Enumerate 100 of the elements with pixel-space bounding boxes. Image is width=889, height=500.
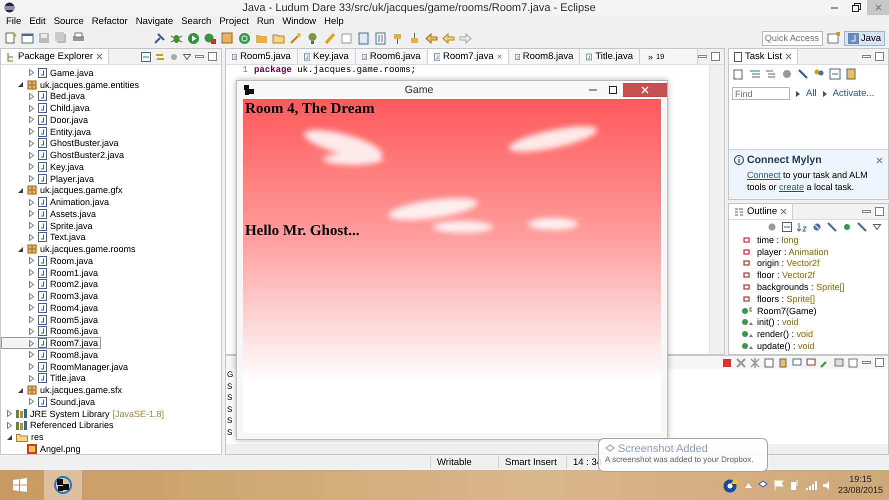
clear-console-icon[interactable] bbox=[764, 358, 774, 368]
remove-icon[interactable] bbox=[736, 358, 746, 368]
expand-arrow-icon[interactable] bbox=[28, 398, 35, 406]
expand-arrow-icon[interactable] bbox=[28, 69, 35, 76]
tree-item[interactable]: JRE System Library [JavaSE-1.8] bbox=[1, 408, 168, 420]
outline-item[interactable]: time : long bbox=[741, 234, 888, 246]
tree-item[interactable]: Room1.java bbox=[1, 266, 102, 278]
tree-item[interactable]: Room5.java bbox=[1, 314, 102, 326]
app-button[interactable] bbox=[44, 470, 82, 500]
expand-arrow-icon[interactable] bbox=[28, 363, 35, 370]
expand-arrow-icon[interactable] bbox=[28, 280, 35, 288]
link[interactable]: Activate... bbox=[832, 88, 874, 99]
tree-item[interactable]: Room6.java bbox=[1, 326, 102, 338]
tree-item[interactable]: Player.java bbox=[1, 172, 98, 184]
tree-item[interactable]: Room2.java bbox=[1, 278, 102, 290]
expand-arrow-icon[interactable] bbox=[28, 257, 35, 264]
tree-item[interactable]: Game.java bbox=[1, 67, 97, 79]
panel-tab[interactable]: Package Explorer bbox=[1, 49, 109, 64]
speaker-icon[interactable] bbox=[822, 480, 832, 490]
link[interactable]: All bbox=[806, 88, 817, 99]
filter-icon[interactable] bbox=[169, 52, 179, 62]
menu-item[interactable]: Help bbox=[324, 16, 344, 27]
list-icon[interactable] bbox=[749, 68, 761, 80]
outline-item[interactable]: render() : void bbox=[741, 328, 888, 340]
expand-arrow-icon[interactable] bbox=[6, 410, 13, 418]
tree-item[interactable]: uk.jacques.game.sfx bbox=[1, 384, 126, 396]
show-output-icon[interactable] bbox=[792, 358, 802, 368]
expand-arrow-icon[interactable] bbox=[28, 116, 35, 124]
expand-arrow-icon[interactable] bbox=[28, 104, 35, 112]
expand-arrow-icon[interactable] bbox=[28, 140, 35, 147]
collapse-arrow-icon[interactable] bbox=[17, 81, 24, 88]
lightbulb-icon[interactable] bbox=[306, 32, 319, 44]
menu-item[interactable]: File bbox=[6, 16, 22, 27]
collapse-all-icon[interactable] bbox=[829, 68, 841, 80]
editor-tab[interactable]: Key.java bbox=[298, 49, 356, 64]
find-field[interactable]: Find bbox=[732, 87, 790, 100]
expand-arrow-icon[interactable] bbox=[28, 340, 35, 347]
collapse-all-icon[interactable] bbox=[782, 222, 792, 232]
expand-arrow-icon[interactable] bbox=[28, 163, 35, 170]
pencil-icon[interactable] bbox=[323, 32, 336, 44]
expand-arrow-icon[interactable] bbox=[28, 210, 35, 218]
link[interactable]: create bbox=[779, 182, 804, 192]
sync-icon[interactable] bbox=[767, 222, 777, 232]
tree-item[interactable]: Title.java bbox=[1, 372, 89, 384]
terminate-icon[interactable] bbox=[722, 358, 732, 368]
outline-item[interactable]: floor : Vector2f bbox=[741, 269, 888, 282]
external-tools-icon[interactable] bbox=[204, 32, 217, 44]
expand-arrow-icon[interactable] bbox=[28, 328, 35, 335]
expand-arrow-icon[interactable] bbox=[28, 351, 35, 358]
expand-arrow-icon[interactable] bbox=[28, 128, 35, 136]
public-dot-icon[interactable] bbox=[842, 222, 852, 232]
collapse-arrow-icon[interactable] bbox=[17, 186, 24, 194]
tree-item[interactable]: Angel.png bbox=[1, 443, 84, 454]
expand-arrow-icon[interactable] bbox=[28, 316, 35, 324]
scroll-lock-icon[interactable] bbox=[778, 358, 788, 368]
outline-item[interactable]: init() : void bbox=[741, 316, 888, 328]
window-icon[interactable] bbox=[21, 32, 34, 44]
link-editor-icon[interactable] bbox=[155, 52, 165, 62]
expand-arrow-icon[interactable] bbox=[28, 222, 35, 230]
expand-arrow-icon[interactable] bbox=[28, 304, 35, 312]
outline-item[interactable]: player : Animation bbox=[741, 246, 888, 258]
tree-item[interactable]: Room.java bbox=[1, 255, 96, 267]
collapse-arrow-icon[interactable] bbox=[17, 386, 24, 394]
tree-item[interactable]: GhostBuster2.java bbox=[1, 149, 128, 161]
editor-tab[interactable]: Room7.java bbox=[428, 49, 509, 64]
show-error-icon[interactable] bbox=[806, 358, 816, 368]
tree-item[interactable]: Referenced Libraries bbox=[1, 420, 117, 432]
tree-item[interactable]: res bbox=[1, 431, 47, 443]
expand-arrow-icon[interactable] bbox=[28, 269, 35, 276]
help-icon[interactable] bbox=[722, 477, 739, 493]
tree-item[interactable]: Sprite.java bbox=[1, 220, 96, 232]
editor-tab[interactable]: Room6.java bbox=[356, 49, 428, 64]
collapse-all-icon[interactable] bbox=[141, 52, 151, 62]
outline-item[interactable]: update() : void bbox=[741, 340, 888, 352]
menu-item[interactable]: Navigate bbox=[136, 16, 174, 27]
run-icon[interactable] bbox=[187, 32, 200, 44]
document-icon[interactable] bbox=[357, 32, 370, 44]
dropbox-icon[interactable] bbox=[758, 480, 768, 490]
tree-item[interactable]: Room8.java bbox=[1, 349, 102, 361]
sort-icon[interactable] bbox=[797, 222, 807, 232]
annotation-up-icon[interactable] bbox=[408, 32, 421, 44]
tree-item[interactable]: Assets.java bbox=[1, 208, 100, 220]
menu-item[interactable]: Window bbox=[282, 16, 316, 27]
back-arrow-icon[interactable] bbox=[442, 32, 455, 44]
expand-arrow-icon[interactable] bbox=[28, 374, 35, 382]
panel-tab[interactable]: Outline bbox=[729, 204, 794, 219]
outline-item[interactable]: origin : Vector2f bbox=[741, 258, 888, 270]
expand-arrow-icon[interactable] bbox=[28, 92, 35, 100]
collapse-arrow-icon[interactable] bbox=[6, 434, 13, 441]
tree-item[interactable]: Entity.java bbox=[1, 126, 94, 138]
new-console-icon[interactable] bbox=[848, 358, 858, 368]
open-perspective-icon[interactable] bbox=[826, 32, 840, 44]
package-add-icon[interactable] bbox=[221, 32, 234, 44]
new-task-icon[interactable] bbox=[733, 68, 745, 80]
tree-item[interactable]: Room3.java bbox=[1, 290, 102, 302]
menu-item[interactable]: Project bbox=[219, 16, 249, 27]
wand-icon[interactable] bbox=[289, 32, 302, 44]
expand-arrow-icon[interactable] bbox=[28, 152, 35, 159]
signal-icon[interactable] bbox=[806, 480, 817, 490]
annotation-down-icon[interactable] bbox=[391, 32, 404, 44]
